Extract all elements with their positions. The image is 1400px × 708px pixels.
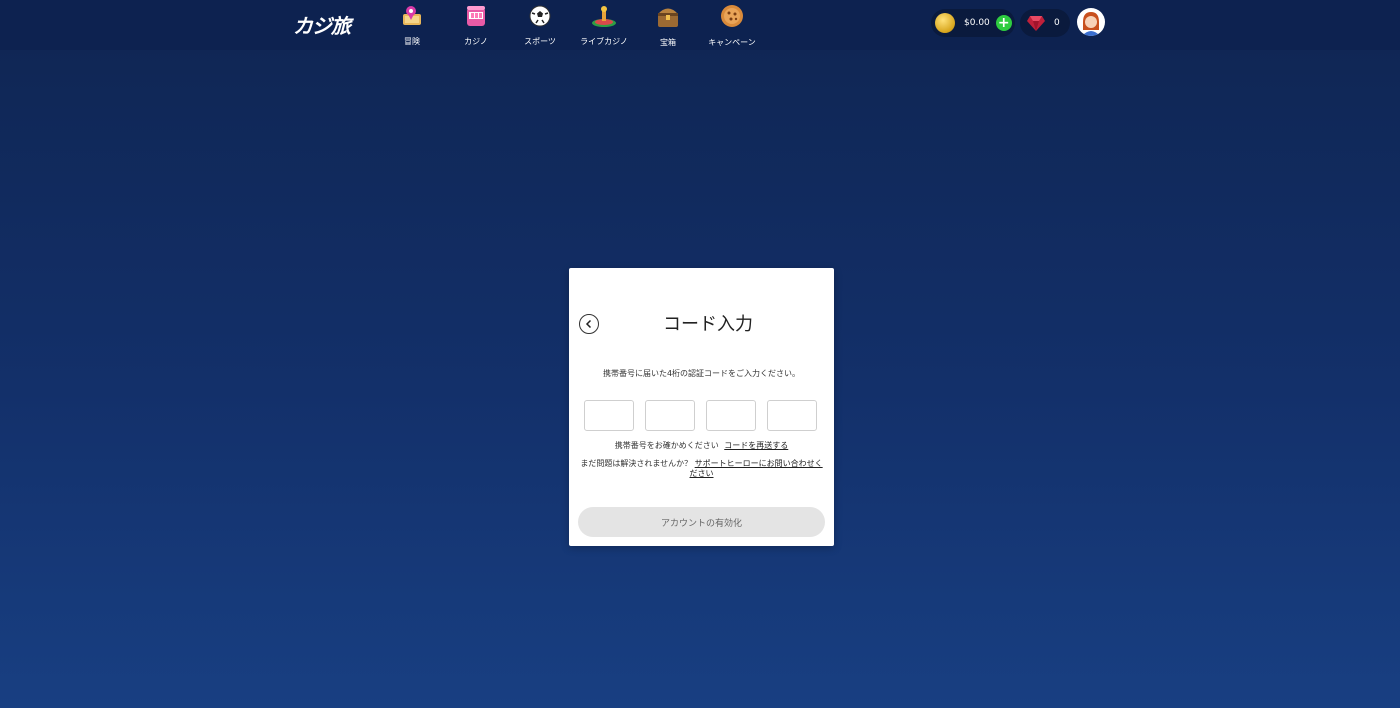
modal-title: コード入力: [663, 314, 753, 335]
code-digit-4[interactable]: [767, 400, 817, 431]
code-entry-modal: コード入力 携帯番号に届いた4桁の認証コードをご入力ください。 携帯番号をお確か…: [569, 268, 834, 546]
gem-balance[interactable]: 0: [1020, 9, 1070, 37]
help-prefix: まだ問題は解決されませんか？: [580, 459, 693, 468]
resend-prefix: 携帯番号をお確かめください: [614, 441, 719, 450]
nav-label-campaign: キャンペーン: [708, 38, 756, 47]
nav-item-sports[interactable]: スポーツ: [508, 3, 572, 47]
nav-label-sports: スポーツ: [524, 37, 556, 46]
help-line: まだ問題は解決されませんか？ サポートヒーローにお問い合わせください: [579, 459, 824, 479]
cookie-icon: [719, 3, 745, 29]
site-logo[interactable]: カジ旅: [293, 10, 351, 39]
activate-account-button[interactable]: アカウントの有効化: [578, 507, 825, 537]
nav-label-casino: カジノ: [464, 37, 488, 46]
instruction-text: 携帯番号に届いた4桁の認証コードをご入力ください。: [602, 369, 801, 378]
wallet-balance[interactable]: $0.00 +: [931, 9, 1015, 37]
code-digit-2[interactable]: [645, 400, 695, 431]
nav-item-adventure[interactable]: 冒険: [380, 3, 444, 47]
nav-label-adventure: 冒険: [404, 37, 420, 46]
nav-label-treasure: 宝箱: [660, 38, 676, 47]
map-pin-icon: [399, 3, 425, 28]
user-avatar[interactable]: [1077, 8, 1105, 36]
roulette-icon: [591, 3, 617, 28]
gem-count: 0: [1054, 18, 1060, 28]
balance-amount: $0.00: [964, 18, 990, 28]
code-input-row: [584, 400, 817, 431]
coin-icon: [935, 13, 955, 33]
code-digit-1[interactable]: [584, 400, 634, 431]
resend-line: 携帯番号をお確かめください コードを再送する: [569, 440, 834, 451]
nav-item-casino[interactable]: カジノ: [444, 3, 508, 47]
nav-item-campaign[interactable]: キャンペーン: [700, 3, 764, 47]
treasure-chest-icon: [655, 3, 681, 29]
add-funds-icon[interactable]: +: [995, 15, 1012, 31]
support-contact-link[interactable]: サポートヒーローにお問い合わせください: [690, 459, 823, 478]
ruby-gem-icon: [1027, 16, 1045, 31]
resend-code-link[interactable]: コードを再送する: [724, 441, 788, 450]
nav-item-treasure[interactable]: 宝箱: [636, 3, 700, 47]
soccer-ball-icon: [527, 3, 553, 28]
nav-item-live-casino[interactable]: ライブカジノ: [572, 3, 636, 47]
code-digit-3[interactable]: [706, 400, 756, 431]
nav-label-live-casino: ライブカジノ: [580, 37, 628, 46]
slot-machine-icon: [463, 3, 489, 28]
top-nav-bar: カジ旅 冒険 カジノ スポーツ ライブカジノ 宝箱 キャンペーン $0.00 +…: [0, 0, 1400, 50]
main-nav: 冒険 カジノ スポーツ ライブカジノ 宝箱 キャンペーン: [380, 3, 764, 47]
